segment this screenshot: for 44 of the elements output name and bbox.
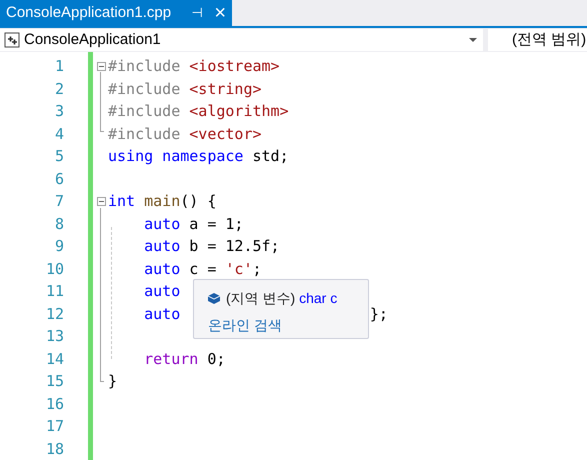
- line-number: 6: [54, 168, 64, 190]
- close-button[interactable]: ×: [214, 3, 226, 23]
- line-number: 9: [54, 236, 64, 257]
- line-number: 4: [54, 124, 64, 144]
- line-number: 15: [44, 371, 64, 392]
- code-line: #include <iostream>: [108, 56, 280, 77]
- variable-icon: [208, 293, 220, 304]
- line-number: 8: [54, 214, 64, 234]
- line-number: 18: [44, 438, 64, 460]
- line-number: 1: [54, 56, 64, 77]
- collapse-icon[interactable]: [97, 62, 106, 71]
- line-number: 10: [44, 258, 64, 280]
- line-number: 12: [44, 304, 64, 324]
- line-number: 14: [44, 348, 64, 370]
- file-tab[interactable]: ConsoleApplication1.cpp ⊣ ×: [0, 0, 232, 26]
- code-line: auto b = 12.5f;: [143, 236, 280, 257]
- code-line: }: [108, 371, 118, 392]
- code-line: #include <string>: [108, 78, 262, 100]
- project-dropdown[interactable]: ConsoleApplication1: [0, 29, 483, 51]
- code-line: #include <algorithm>: [108, 101, 289, 122]
- line-number: 11: [44, 281, 64, 302]
- line-number: 3: [54, 101, 64, 122]
- line-number: 5: [54, 146, 64, 167]
- project-name: ConsoleApplication1: [24, 30, 161, 50]
- dropdown-arrow-icon: [469, 38, 477, 42]
- tooltip-signature: (지역 변수) char c: [226, 289, 338, 308]
- code-line: int main() {: [108, 191, 216, 212]
- code-line: auto a = 1;: [143, 214, 244, 234]
- code-line: auto c = 'c';: [143, 258, 262, 280]
- tab-title: ConsoleApplication1.cpp: [6, 2, 172, 23]
- collapse-icon[interactable]: [97, 197, 106, 206]
- code-line: auto: [143, 281, 180, 302]
- code-line: #include <vector>: [108, 124, 262, 144]
- scope-name: (전역 범위): [512, 30, 586, 50]
- code-line: using namespace std;: [108, 146, 289, 167]
- code-line: return 0;: [143, 348, 226, 370]
- project-icon: [4, 32, 20, 48]
- line-number: 7: [54, 191, 64, 212]
- line-number: 2: [54, 78, 64, 100]
- scope-dropdown[interactable]: (전역 범위): [488, 29, 587, 51]
- pin-button[interactable]: ⊣: [191, 3, 202, 23]
- line-number: 17: [44, 416, 64, 437]
- line-number: 16: [44, 394, 64, 414]
- line-number: 13: [44, 326, 64, 347]
